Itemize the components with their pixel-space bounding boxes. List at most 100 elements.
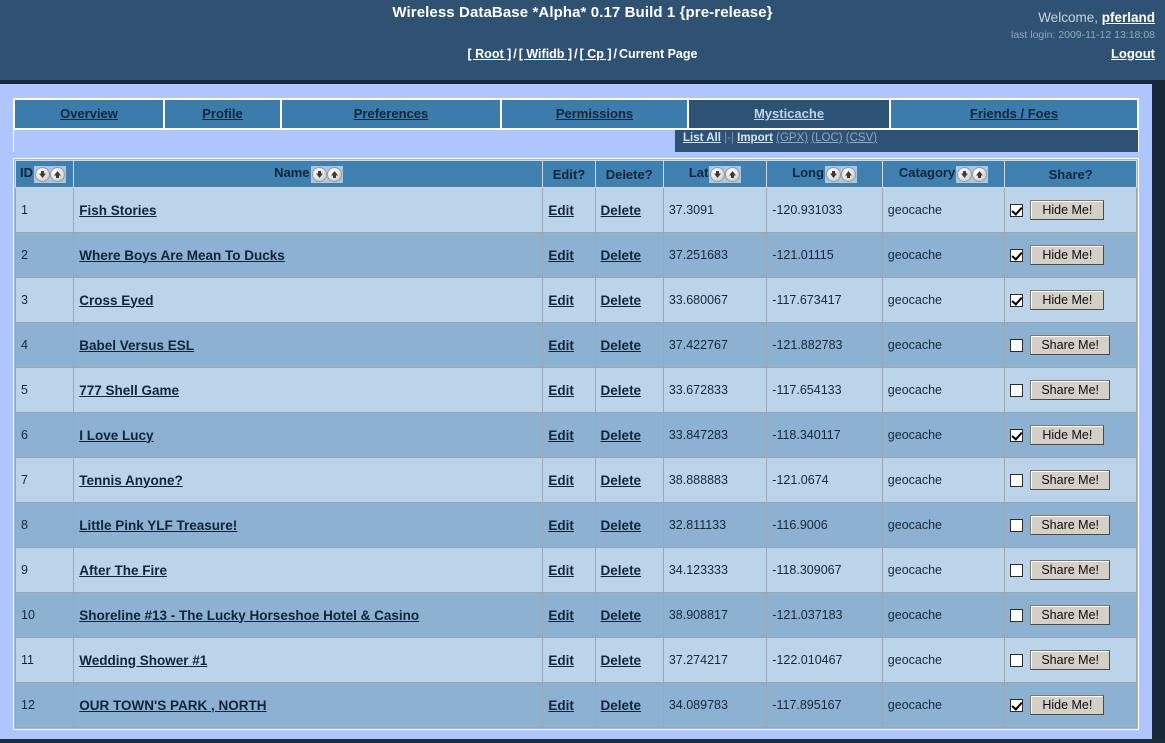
tab-friends-foes[interactable]: Friends / Foes	[890, 99, 1138, 129]
hide-me-button[interactable]: Hide Me!	[1030, 695, 1105, 715]
sort-desc-icon-id[interactable]	[35, 166, 50, 182]
cell-id: 2	[14, 232, 75, 278]
cache-name-link[interactable]: Little Pink YLF Treasure!	[79, 518, 237, 533]
breadcrumb-link-root[interactable]: [ Root ]	[468, 47, 512, 61]
hide-me-button[interactable]: Hide Me!	[1030, 200, 1105, 220]
edit-link[interactable]: Edit	[548, 473, 574, 488]
breadcrumb-link-wifidb[interactable]: [ Wifidb ]	[519, 47, 572, 61]
edit-link[interactable]: Edit	[548, 293, 574, 308]
hide-me-button[interactable]: Hide Me!	[1030, 245, 1105, 265]
hide-me-button[interactable]: Hide Me!	[1030, 290, 1105, 310]
column-header-lat[interactable]: Lat	[662, 160, 768, 188]
edit-link[interactable]: Edit	[548, 203, 574, 218]
cache-name-link[interactable]: After The Fire	[79, 563, 167, 578]
edit-link[interactable]: Edit	[548, 608, 574, 623]
subnav-gpx[interactable]: (GPX)	[776, 132, 808, 144]
tab-permissions-label[interactable]: Permissions	[556, 106, 633, 121]
logout-link[interactable]: Logout	[1111, 46, 1155, 61]
tab-preferences-label[interactable]: Preferences	[354, 106, 428, 121]
column-header-long[interactable]: Long	[766, 160, 883, 188]
subnav-csv[interactable]: (CSV)	[846, 132, 877, 144]
delete-link[interactable]: Delete	[601, 608, 642, 623]
cache-name-link[interactable]: Where Boys Are Mean To Ducks	[79, 248, 285, 263]
delete-link[interactable]: Delete	[601, 653, 642, 668]
cache-name-link[interactable]: Fish Stories	[79, 203, 156, 218]
sort-asc-icon-long[interactable]	[840, 166, 856, 182]
sort-desc-icon-lat[interactable]	[710, 166, 726, 182]
sort-desc-icon-category[interactable]	[957, 166, 973, 182]
delete-link[interactable]: Delete	[601, 698, 642, 713]
edit-link[interactable]: Edit	[548, 383, 574, 398]
sort-asc-icon-id[interactable]	[50, 166, 65, 182]
delete-link[interactable]: Delete	[601, 383, 642, 398]
delete-link[interactable]: Delete	[601, 473, 642, 488]
share-checkbox[interactable]	[1010, 563, 1024, 577]
share-checkbox[interactable]	[1010, 608, 1024, 622]
tab-preferences[interactable]: Preferences	[281, 99, 501, 129]
sort-asc-icon-name[interactable]	[326, 166, 342, 182]
delete-link[interactable]: Delete	[601, 338, 642, 353]
cache-name-link[interactable]: Shoreline #13 - The Lucky Horseshoe Hote…	[79, 608, 419, 623]
subnav-list-all[interactable]: List All	[683, 132, 721, 144]
share-checkbox[interactable]	[1010, 428, 1024, 442]
tab-friends-foes-label[interactable]: Friends / Foes	[970, 106, 1058, 121]
share-checkbox[interactable]	[1010, 698, 1024, 712]
share-checkbox[interactable]	[1010, 248, 1024, 262]
share-checkbox[interactable]	[1010, 518, 1024, 532]
username-link[interactable]: pferland	[1102, 10, 1155, 25]
edit-link[interactable]: Edit	[548, 563, 574, 578]
tab-overview[interactable]: Overview	[14, 99, 164, 129]
edit-link[interactable]: Edit	[548, 248, 574, 263]
share-me-button[interactable]: Share Me!	[1030, 470, 1110, 490]
delete-link[interactable]: Delete	[601, 563, 642, 578]
cache-name-link[interactable]: Cross Eyed	[79, 293, 153, 308]
breadcrumb-link-cp[interactable]: [ Cp ]	[580, 47, 612, 61]
share-checkbox[interactable]	[1010, 338, 1024, 352]
tab-overview-label[interactable]: Overview	[60, 106, 118, 121]
column-header-name[interactable]: Name	[73, 160, 544, 188]
edit-link[interactable]: Edit	[548, 428, 574, 443]
tab-mysticache-label[interactable]: Mysticache	[754, 106, 824, 121]
share-me-button[interactable]: Share Me!	[1030, 380, 1110, 400]
cache-name-link[interactable]: Tennis Anyone?	[79, 473, 183, 488]
cell-edit: Edit	[542, 277, 596, 323]
share-me-button[interactable]: Share Me!	[1030, 605, 1110, 625]
delete-link[interactable]: Delete	[601, 248, 642, 263]
subnav-import[interactable]: Import	[737, 132, 773, 144]
sort-asc-icon-lat[interactable]	[725, 166, 741, 182]
sort-asc-icon-category[interactable]	[972, 166, 988, 182]
delete-link[interactable]: Delete	[601, 203, 642, 218]
cache-name-link[interactable]: 777 Shell Game	[79, 383, 179, 398]
cache-name-link[interactable]: I Love Lucy	[79, 428, 153, 443]
delete-link[interactable]: Delete	[601, 518, 642, 533]
share-checkbox[interactable]	[1010, 383, 1024, 397]
cache-name-link[interactable]: Babel Versus ESL	[79, 338, 194, 353]
breadcrumb-separator-3: /	[613, 47, 617, 61]
delete-link[interactable]: Delete	[601, 293, 642, 308]
cache-name-link[interactable]: OUR TOWN'S PARK , NORTH	[79, 698, 266, 713]
sort-desc-icon-name[interactable]	[311, 166, 327, 182]
share-checkbox[interactable]	[1010, 473, 1024, 487]
tab-profile[interactable]: Profile	[164, 99, 281, 129]
tab-profile-label[interactable]: Profile	[202, 106, 242, 121]
column-header-category[interactable]: Catagory	[881, 160, 1006, 188]
hide-me-button[interactable]: Hide Me!	[1030, 425, 1105, 445]
share-checkbox[interactable]	[1010, 203, 1024, 217]
share-me-button[interactable]: Share Me!	[1030, 515, 1110, 535]
edit-link[interactable]: Edit	[548, 698, 574, 713]
share-me-button[interactable]: Share Me!	[1030, 560, 1110, 580]
sort-desc-icon-long[interactable]	[825, 166, 841, 182]
share-checkbox[interactable]	[1010, 653, 1024, 667]
edit-link[interactable]: Edit	[548, 338, 574, 353]
share-me-button[interactable]: Share Me!	[1030, 650, 1110, 670]
column-header-id[interactable]: ID	[14, 160, 75, 188]
share-checkbox[interactable]	[1010, 293, 1024, 307]
subnav-loc[interactable]: (LOC)	[811, 132, 842, 144]
edit-link[interactable]: Edit	[548, 653, 574, 668]
delete-link[interactable]: Delete	[601, 428, 642, 443]
cache-name-link[interactable]: Wedding Shower #1	[79, 653, 207, 668]
share-me-button[interactable]: Share Me!	[1030, 335, 1110, 355]
edit-link[interactable]: Edit	[548, 518, 574, 533]
tab-permissions[interactable]: Permissions	[501, 99, 688, 129]
tab-mysticache[interactable]: Mysticache	[688, 99, 890, 129]
